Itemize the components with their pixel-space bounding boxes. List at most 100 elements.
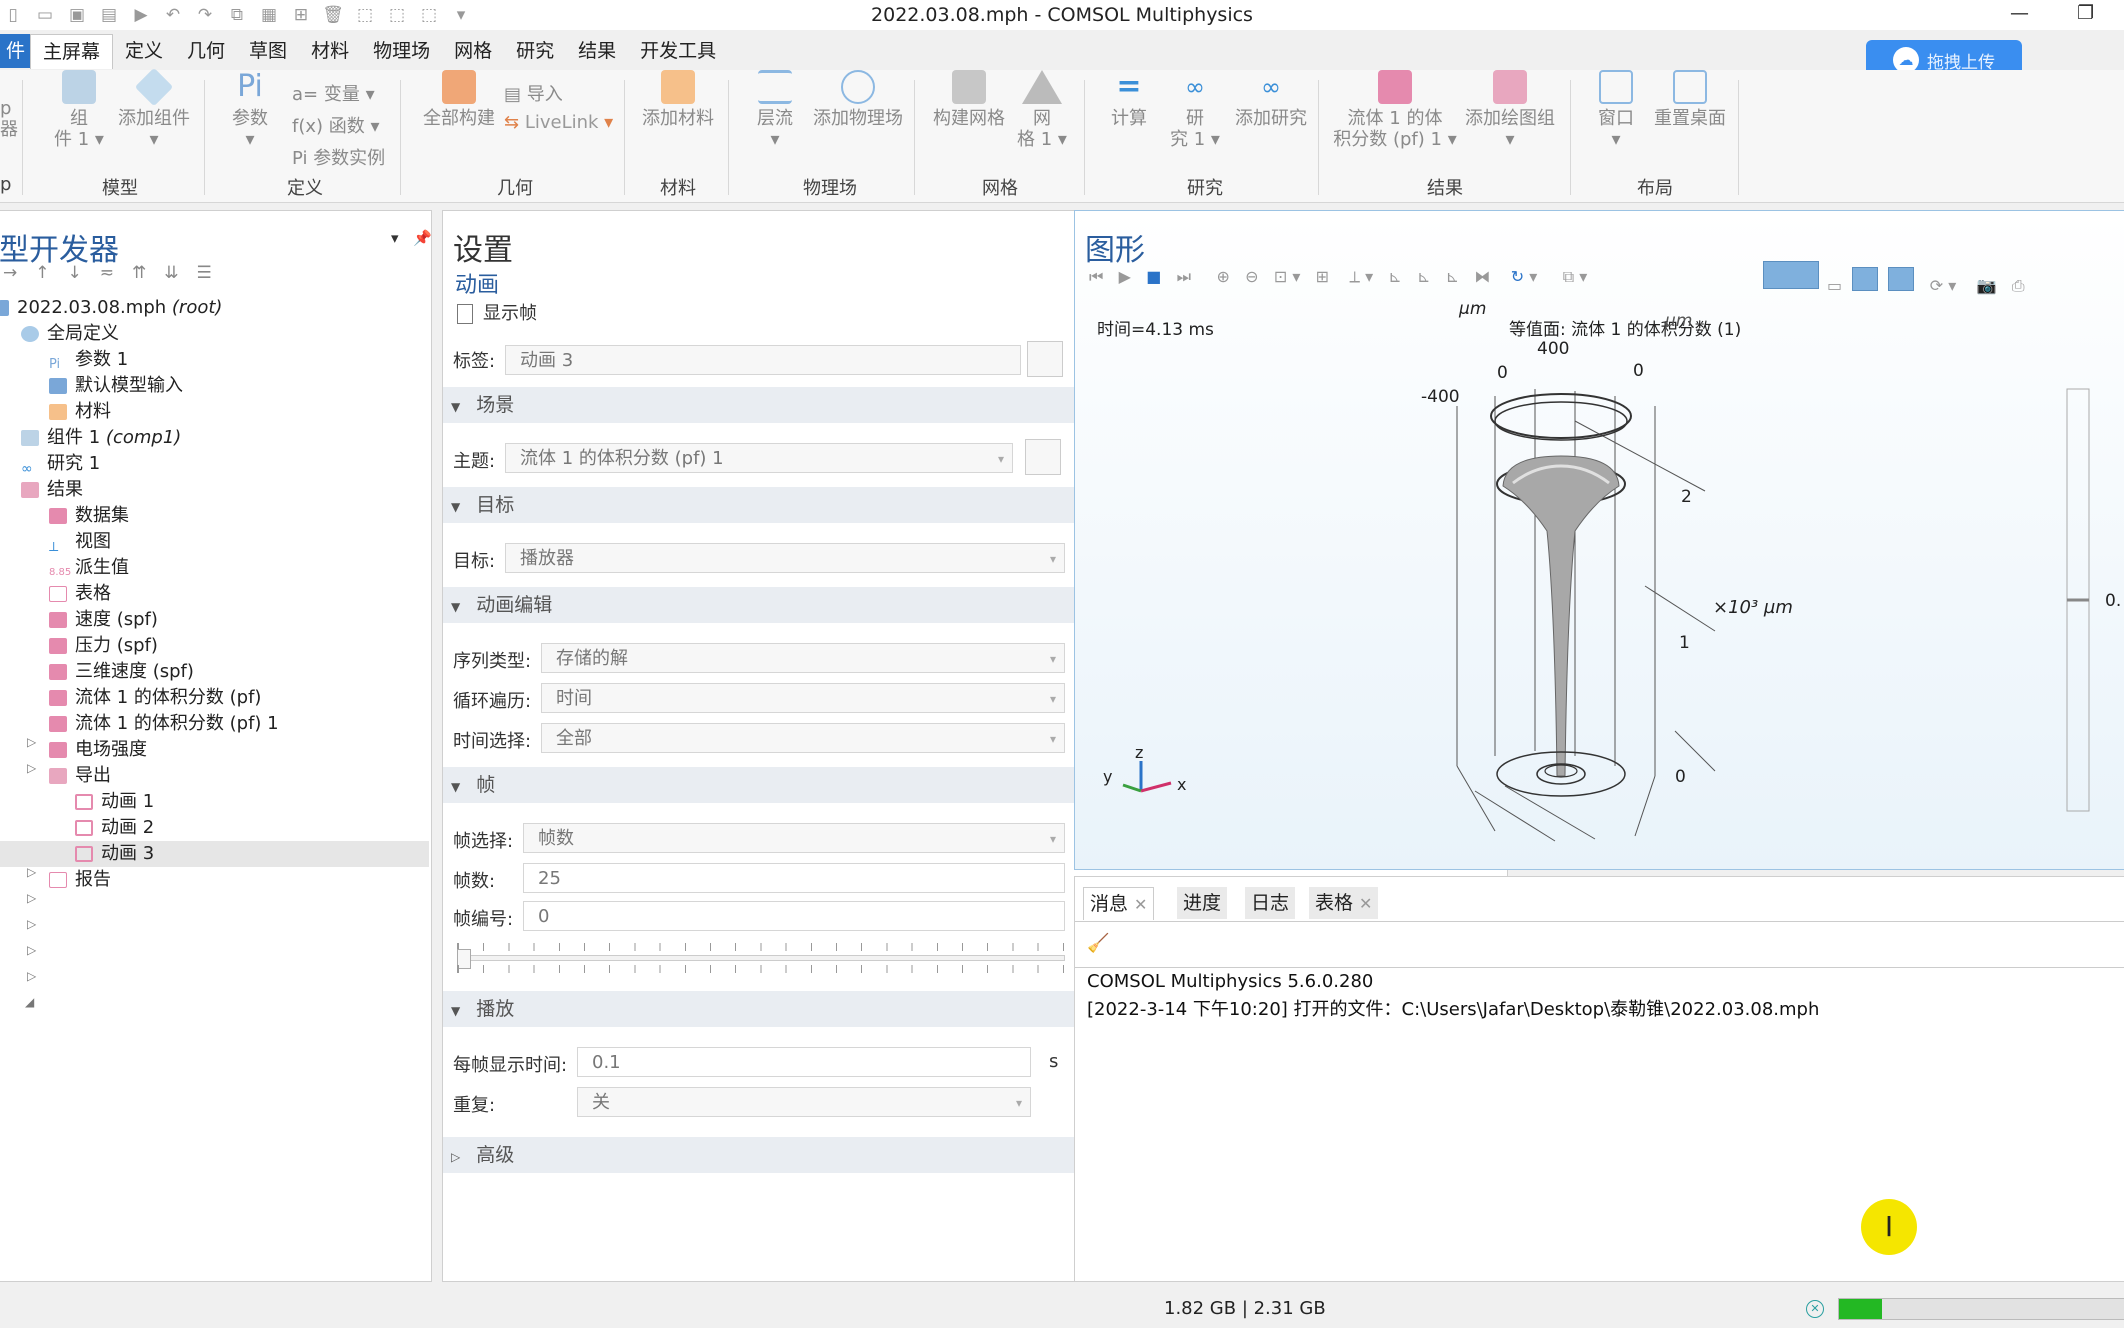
tab-results[interactable]: 结果 [566,34,628,68]
expand-arrow-icon[interactable]: ▷ [27,865,36,879]
variables-button[interactable]: a= 变量 ▾ [292,80,375,106]
tree-item-default-inputs[interactable]: 默认模型输入 [49,373,183,399]
clear-broom-icon[interactable]: 🧹 [1087,933,1109,954]
import-button[interactable]: ▤ 导入 [504,80,563,106]
close-icon[interactable]: ✕ [1359,894,1372,913]
label-input[interactable]: 动画 3 [505,345,1021,375]
study-1-button[interactable]: ∞ 研 究 1 ▾ [1160,70,1230,150]
tree-item-report[interactable]: 报告 [49,867,111,893]
functions-button[interactable]: f(x) 函数 ▾ [292,112,380,138]
mesh-1-button[interactable]: 网 格 1 ▾ [1012,70,1072,150]
tree-item-volfrac-1[interactable]: 流体 1 的体积分数 (pf) 1 [49,711,279,737]
expand-arrow-icon[interactable]: ▷ [27,943,36,957]
tab-sketch[interactable]: 草图 [237,34,299,68]
tree-item-pressure[interactable]: 压力 (spf) [49,633,158,659]
frame-time-input[interactable]: 0.1 [577,1047,1031,1077]
loop-over-select[interactable]: 时间 ▾ [541,683,1065,713]
tab-file[interactable]: 件 [0,34,30,68]
expand-arrow-icon[interactable]: ▷ [27,969,36,983]
build-mesh-button[interactable]: 构建网格 [924,70,1014,129]
tab-geometry[interactable]: 几何 [175,34,237,68]
tree-item-global-defs[interactable]: 全局定义 [21,321,119,347]
tree-item-component[interactable]: 组件 1 (comp1) [21,425,181,451]
add-physics-button[interactable]: 添加物理场 [808,70,908,129]
repeat-select[interactable]: 关 ▾ [577,1087,1031,1117]
add-component-button[interactable]: 添加组件 ▾ [114,67,194,150]
reset-desktop-button[interactable]: 重置桌面 [1650,70,1730,129]
expand-arrow-icon[interactable]: ▷ [27,917,36,931]
tab-definitions[interactable]: 定义 [113,34,175,68]
sequence-type-select[interactable]: 存储的解 ▾ [541,643,1065,673]
move-down-icon[interactable]: ↓ [68,263,100,283]
tree-item-tables[interactable]: 表格 [49,581,111,607]
tree-item-study[interactable]: ∞ 研究 1 [21,451,100,477]
add-study-button[interactable]: ∞ 添加研究 [1226,70,1316,129]
parameters-button[interactable]: Pi 参数 ▾ [220,70,280,151]
tab-mesh[interactable]: 网格 [442,34,504,68]
tree-item-efield[interactable]: 电场强度 [49,737,147,763]
tree-item-derived[interactable]: 8.85 派生值 [49,555,129,581]
tree-item-3d-velocity[interactable]: 三维速度 (spf) [49,659,194,685]
target-select[interactable]: 播放器 ▾ [505,543,1065,573]
label-reset-button[interactable] [1027,341,1063,377]
expand-icon[interactable]: ⇈ [132,263,164,283]
tree-item-results[interactable]: 结果 [21,477,83,503]
add-plot-group-button[interactable]: 添加绘图组 ▾ [1460,70,1560,150]
tree-item-anim-2[interactable]: 动画 2 [75,815,154,841]
tab-messages[interactable]: 消息 ✕ [1083,887,1155,920]
tab-study[interactable]: 研究 [504,34,566,68]
tab-physics[interactable]: 物理场 [361,34,442,68]
frame-count-input[interactable]: 25 [523,863,1065,893]
frame-select-select[interactable]: 帧数 ▾ [523,823,1065,853]
expand-arrow-icon[interactable]: ▷ [27,761,36,775]
tab-materials[interactable]: 材料 [299,34,361,68]
tree-item-velocity[interactable]: 速度 (spf) [49,607,158,633]
tree-item-root[interactable]: 2022.03.08.mph (root) [0,295,222,321]
subject-select[interactable]: 流体 1 的体积分数 (pf) 1 ▾ [505,443,1013,473]
arrow-right-icon[interactable]: → [3,263,35,283]
laminar-flow-button[interactable]: 层流 ▾ [740,70,810,150]
tab-table[interactable]: 表格 ✕ [1309,887,1379,919]
tree-item-datasets[interactable]: 数据集 [49,503,129,529]
time-select-select[interactable]: 全部 ▾ [541,723,1065,753]
collapse-arrow-icon[interactable]: ◢ [25,995,34,1009]
expand-arrow-icon[interactable]: ▷ [27,735,36,749]
expand-arrow-icon[interactable]: ▷ [27,891,36,905]
windows-button[interactable]: 窗口 ▾ [1580,70,1652,150]
volume-fraction-plot-button[interactable]: 流体 1 的体 积分数 (pf) 1 ▾ [1330,70,1460,150]
panel-menu-icon[interactable]: ▾ [391,229,399,247]
cancel-progress-icon[interactable]: ✕ [1806,1300,1824,1318]
build-all-button[interactable]: 全部构建 [414,70,504,129]
frame-slider[interactable] [457,943,1065,973]
subject-goto-button[interactable] [1025,439,1061,475]
tab-log[interactable]: 日志 [1245,887,1296,919]
tree-item-anim-3[interactable]: 动画 3 [0,841,429,867]
close-icon[interactable]: ✕ [1134,895,1147,914]
livelink-button[interactable]: ⇆ LiveLink ▾ [504,112,613,133]
move-up-icon[interactable]: ↑ [35,263,67,283]
tree-item-export[interactable]: 导出 [49,763,111,789]
pin-icon[interactable]: 📌 [413,229,432,247]
show-frame-button[interactable]: 显示帧 [457,299,537,325]
frame-number-input[interactable]: 0 [523,901,1065,931]
app-builder-button[interactable]: p 器 [0,98,20,140]
component-button[interactable]: 组 件 1 ▾ [44,70,114,150]
model-3d-view[interactable] [1075,211,2124,869]
tab-developer[interactable]: 开发工具 [628,34,728,68]
collapse-icon[interactable]: ⇊ [164,263,196,283]
filter-icon[interactable]: ≂ [100,263,132,283]
tree-item-params[interactable]: Pi 参数 1 [49,347,128,373]
tree-item-materials[interactable]: 材料 [49,399,111,425]
tree-item-anim-1[interactable]: 动画 1 [75,789,154,815]
view-options-icon[interactable]: ☰ [197,263,230,283]
derived-values-icon: 8.85 [49,567,72,578]
tree-item-views[interactable]: ⟂ 视图 [49,529,111,555]
tab-progress[interactable]: 进度 [1177,887,1228,919]
compute-button[interactable]: = 计算 [1094,70,1164,130]
param-instances-button[interactable]: Pi 参数实例 [292,144,385,170]
maximize-button[interactable]: ❐ [2077,2,2094,24]
tab-home[interactable]: 主屏幕 [30,33,114,69]
tree-item-volfrac[interactable]: 流体 1 的体积分数 (pf) [49,685,261,711]
add-material-button[interactable]: 添加材料 [636,70,720,129]
minimize-button[interactable]: — [2010,2,2029,24]
